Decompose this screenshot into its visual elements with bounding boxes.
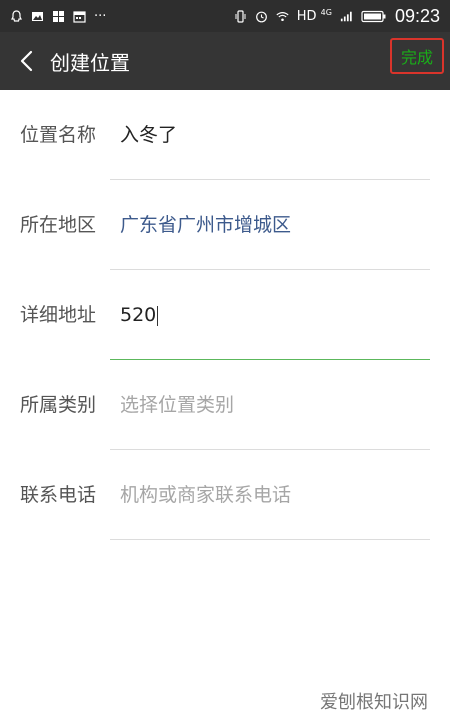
status-bar-notifications: ··· [10,9,106,24]
location-name-field[interactable]: 入冬了 [120,90,430,180]
status-bar: ··· HD 4G 09:23 [0,0,450,32]
address-value: 520 [120,304,157,326]
more-notifications-indicator: ··· [94,8,107,24]
qq-notification-icon [10,9,23,23]
address-label: 详细地址 [20,304,97,326]
location-name-row[interactable]: 位置名称 入冬了 [0,90,450,180]
region-label: 所在地区 [20,214,97,236]
text-cursor [157,305,159,326]
category-label: 所属类别 [20,394,97,416]
address-field[interactable]: 520 [120,270,430,360]
phone-label: 联系电话 [20,484,97,506]
status-bar-system: HD 4G 09:23 [234,6,440,27]
signal-strength-icon [340,10,353,23]
wifi-icon [276,10,289,23]
done-button[interactable]: 完成 [390,38,444,74]
phone-underline [110,539,430,540]
create-location-form: 位置名称 入冬了 所在地区 广东省广州市增城区 详细地址 520 所属类别 选择… [0,90,450,540]
category-row[interactable]: 所属类别 选择位置类别 [0,360,450,450]
calendar-notification-icon [73,10,86,23]
region-field[interactable]: 广东省广州市增城区 [120,180,430,270]
phone-row[interactable]: 联系电话 机构或商家联系电话 [0,450,450,540]
battery-icon [361,10,387,23]
address-row[interactable]: 详细地址 520 [0,270,450,360]
phone-field[interactable]: 机构或商家联系电话 [120,450,430,540]
vibrate-icon [234,9,247,23]
back-button[interactable] [6,32,46,90]
category-picker[interactable]: 选择位置类别 [120,360,430,450]
app-bar: 创建位置 完成 [0,32,450,90]
page-title: 创建位置 [50,50,130,75]
network-type-label: HD 4G [296,7,332,24]
apps-notification-icon [52,10,65,23]
region-row[interactable]: 所在地区 广东省广州市增城区 [0,180,450,270]
alarm-icon [255,10,268,23]
clock: 09:23 [394,5,440,26]
watermark: 爱刨根知识网 [320,692,428,713]
location-name-label: 位置名称 [20,124,97,146]
chevron-left-icon [20,50,33,72]
image-notification-icon [31,10,44,23]
